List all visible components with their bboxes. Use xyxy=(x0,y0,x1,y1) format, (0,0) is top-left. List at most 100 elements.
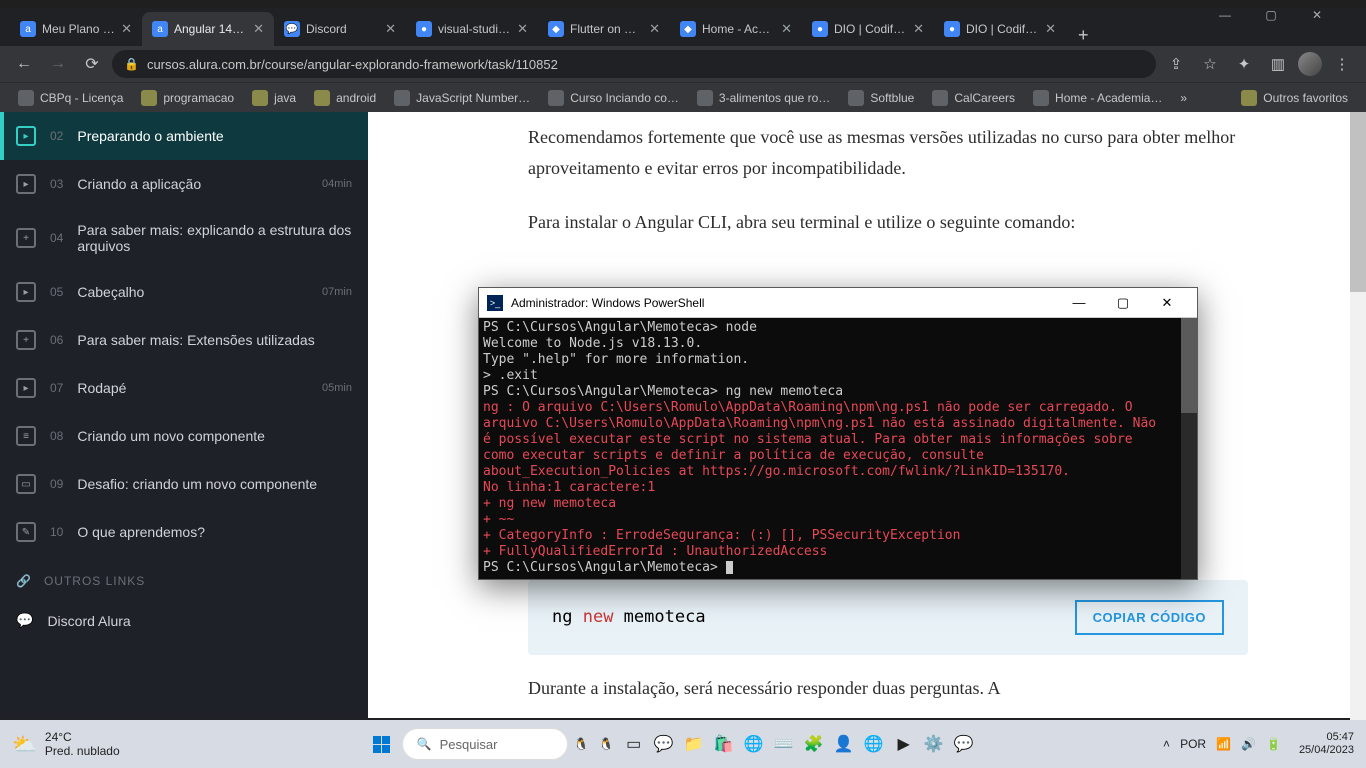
ps-titlebar[interactable]: >_ Administrador: Windows PowerShell — ▢… xyxy=(479,288,1197,318)
new-tab-button[interactable]: + xyxy=(1066,25,1101,46)
bookmarks-overflow[interactable]: » xyxy=(1172,87,1195,109)
address-bar[interactable]: 🔒 cursos.alura.com.br/course/angular-exp… xyxy=(112,50,1156,78)
ps-min-button[interactable]: — xyxy=(1057,288,1101,318)
taskbar-app-icon[interactable]: 📁 xyxy=(680,730,708,758)
tab-label: Angular 14: … xyxy=(174,22,247,36)
bookmark-item[interactable]: java xyxy=(244,86,304,110)
lesson-item[interactable]: ✎10O que aprendemos? xyxy=(0,508,368,556)
discord-link[interactable]: 💬Discord Alura xyxy=(0,598,368,643)
tray-chevron-icon[interactable]: ˄ xyxy=(1163,737,1170,751)
copy-code-button[interactable]: COPIAR CÓDIGO xyxy=(1075,600,1224,635)
weather-desc: Pred. nublado xyxy=(45,744,120,758)
taskbar-search[interactable]: 🔍 Pesquisar xyxy=(402,728,568,760)
taskbar-clock[interactable]: 05:47 25/04/2023 xyxy=(1299,731,1354,757)
start-button[interactable] xyxy=(364,726,400,762)
taskbar-app-icon[interactable]: 🌐 xyxy=(740,730,768,758)
extensions-icon[interactable]: ✦ xyxy=(1230,50,1258,78)
bookmark-item[interactable]: programacao xyxy=(133,86,242,110)
tab-close-icon[interactable]: ✕ xyxy=(385,21,396,37)
browser-tab[interactable]: aMeu Plano d…✕ xyxy=(10,12,142,46)
tab-close-icon[interactable]: ✕ xyxy=(517,21,528,37)
other-bookmarks[interactable]: Outros favoritos xyxy=(1233,86,1356,110)
bookmark-item[interactable]: JavaScript Number… xyxy=(386,86,538,110)
tab-close-icon[interactable]: ✕ xyxy=(649,21,660,37)
browser-tab[interactable]: ●DIO | Codific…✕ xyxy=(802,12,934,46)
browser-tab[interactable]: ●visual-studio…✕ xyxy=(406,12,538,46)
profile-avatar[interactable] xyxy=(1298,52,1322,76)
terminal-line: PS C:\Cursos\Angular\Memoteca> ng new me… xyxy=(483,384,1193,400)
taskbar-app-icon[interactable]: 💬 xyxy=(950,730,978,758)
bookmark-item[interactable]: CBPq - Licença xyxy=(10,86,131,110)
browser-toolbar: ← → ⟳ 🔒 cursos.alura.com.br/course/angul… xyxy=(0,46,1366,82)
lesson-item[interactable]: +06Para saber mais: Extensões utilizadas xyxy=(0,316,368,364)
lesson-item[interactable]: ▭09Desafio: criando um novo componente xyxy=(0,460,368,508)
ps-max-button[interactable]: ▢ xyxy=(1101,288,1145,318)
os-close-button[interactable]: ✕ xyxy=(1294,0,1340,30)
tab-close-icon[interactable]: ✕ xyxy=(1045,21,1056,37)
os-max-button[interactable]: ▢ xyxy=(1248,0,1294,30)
menu-icon[interactable]: ⋮ xyxy=(1328,50,1356,78)
taskbar-app-icon[interactable]: ⚙️ xyxy=(920,730,948,758)
taskbar-app-icon[interactable]: 🛍️ xyxy=(710,730,738,758)
bookmark-item[interactable]: 3-alimentos que ro… xyxy=(689,86,838,110)
browser-tab[interactable]: ●DIO | Codific…✕ xyxy=(934,12,1066,46)
browser-tab[interactable]: ◆Home - Acad…✕ xyxy=(670,12,802,46)
taskbar-app-icon[interactable]: ▭ xyxy=(620,730,648,758)
ps-close-button[interactable]: ✕ xyxy=(1145,288,1189,318)
weather-widget[interactable]: ⛅ 24°C Pred. nublado xyxy=(12,730,120,759)
taskbar-app-icon[interactable]: ▶ xyxy=(890,730,918,758)
lesson-item[interactable]: ▸05Cabeçalho07min xyxy=(0,268,368,316)
reload-button[interactable]: ⟳ xyxy=(78,50,106,78)
tab-strip: aMeu Plano d…✕aAngular 14: …✕💬Discord✕●v… xyxy=(0,8,1366,46)
lesson-item[interactable]: ▸07Rodapé05min xyxy=(0,364,368,412)
battery-icon[interactable]: 🔋 xyxy=(1266,737,1281,751)
lesson-item[interactable]: ≡08Criando um novo componente xyxy=(0,412,368,460)
lesson-number: 03 xyxy=(50,177,63,191)
bookmark-item[interactable]: CalCareers xyxy=(924,86,1023,110)
taskbar-app-icon[interactable]: ⌨️ xyxy=(770,730,798,758)
tray-lang[interactable]: POR xyxy=(1180,737,1206,751)
taskbar-app-icon[interactable]: 💬 xyxy=(650,730,678,758)
browser-tab[interactable]: ◆Flutter on M…✕ xyxy=(538,12,670,46)
browser-tab[interactable]: 💬Discord✕ xyxy=(274,12,406,46)
share-icon[interactable]: ⇪ xyxy=(1162,50,1190,78)
os-min-button[interactable]: — xyxy=(1202,0,1248,30)
browser-tab[interactable]: aAngular 14: …✕ xyxy=(142,12,274,46)
tab-close-icon[interactable]: ✕ xyxy=(781,21,792,37)
tab-close-icon[interactable]: ✕ xyxy=(121,21,132,37)
bookmark-icon xyxy=(848,90,864,106)
lesson-item[interactable]: ▸02Preparando o ambiente xyxy=(0,112,368,160)
sidepanel-icon[interactable]: ▥ xyxy=(1264,50,1292,78)
back-button[interactable]: ← xyxy=(10,50,38,78)
taskbar-app-icon[interactable]: 🧩 xyxy=(800,730,828,758)
tab-close-icon[interactable]: ✕ xyxy=(253,21,264,37)
wifi-icon[interactable]: 📶 xyxy=(1216,737,1231,751)
ps-title-text: Administrador: Windows PowerShell xyxy=(511,296,1057,310)
tab-close-icon[interactable]: ✕ xyxy=(913,21,924,37)
ps-terminal[interactable]: PS C:\Cursos\Angular\Memoteca> nodeWelco… xyxy=(479,318,1197,580)
terminal-line: No linha:1 caractere:1 xyxy=(483,480,1193,496)
bookmark-item[interactable]: android xyxy=(306,86,384,110)
paragraph: Para instalar o Angular CLI, abra seu te… xyxy=(528,207,1248,238)
tab-favicon: ◆ xyxy=(548,21,564,37)
ps-scrollbar[interactable] xyxy=(1181,318,1197,579)
bookmark-label: CBPq - Licença xyxy=(40,91,123,105)
forward-button[interactable]: → xyxy=(44,50,72,78)
bookmark-item[interactable]: Home - Academia… xyxy=(1025,86,1170,110)
scrollbar-thumb[interactable] xyxy=(1350,112,1366,292)
lock-icon: 🔒 xyxy=(124,57,139,71)
powershell-window[interactable]: >_ Administrador: Windows PowerShell — ▢… xyxy=(478,287,1198,580)
taskbar-app-icon[interactable]: 🌐 xyxy=(860,730,888,758)
lesson-item[interactable]: ▸03Criando a aplicação04min xyxy=(0,160,368,208)
lesson-item[interactable]: +04Para saber mais: explicando a estrutu… xyxy=(0,208,368,268)
lesson-label: Rodapé xyxy=(77,380,308,396)
taskbar-app-icon[interactable]: 👤 xyxy=(830,730,858,758)
lesson-number: 02 xyxy=(50,129,63,143)
lesson-label: Cabeçalho xyxy=(77,284,308,300)
volume-icon[interactable]: 🔊 xyxy=(1241,737,1256,751)
page-scrollbar[interactable] xyxy=(1350,112,1366,720)
ps-scroll-thumb[interactable] xyxy=(1181,318,1197,413)
bookmark-item[interactable]: Softblue xyxy=(840,86,922,110)
favorite-icon[interactable]: ☆ xyxy=(1196,50,1224,78)
bookmark-item[interactable]: Curso Inciando co… xyxy=(540,86,687,110)
